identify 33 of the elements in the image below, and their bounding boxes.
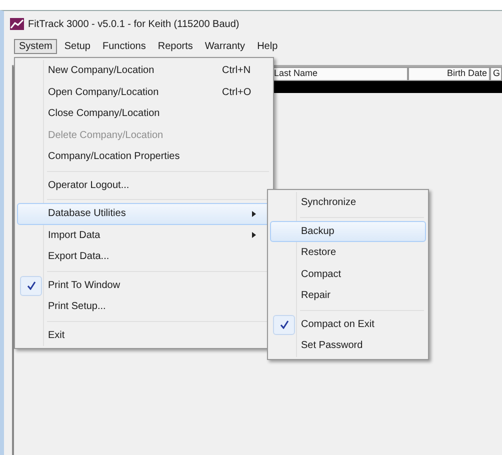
- menu-item[interactable]: Compact on Exit: [270, 314, 426, 335]
- column-header[interactable]: G: [490, 67, 502, 81]
- menu-item[interactable]: Synchronize: [270, 192, 426, 214]
- submenu-arrow-icon: [252, 232, 256, 238]
- table-row[interactable]: [271, 81, 502, 93]
- menu-item[interactable]: Compact: [270, 264, 426, 285]
- menu-title[interactable]: Warranty: [200, 38, 250, 54]
- menu-item[interactable]: Close Company/Location: [17, 103, 271, 124]
- menu-title[interactable]: Reports: [152, 38, 198, 54]
- menu-item[interactable]: Export Data...: [17, 246, 271, 268]
- menu-item[interactable]: Print Setup...: [17, 296, 271, 318]
- menu-title[interactable]: Functions: [97, 38, 151, 54]
- checkmark-icon: [273, 314, 295, 334]
- window-title: FitTrack 3000 - v5.0.1 - for Keith (115200 Baud): [28, 18, 240, 30]
- app-logo-icon: [10, 18, 24, 30]
- submenu-arrow-icon: [252, 210, 256, 217]
- menu-item[interactable]: Print To Window: [17, 274, 271, 296]
- menu-title[interactable]: System: [14, 38, 58, 54]
- menu-item[interactable]: Open Company/Location Ctrl+O: [17, 82, 271, 103]
- menu-item[interactable]: Set Password: [270, 335, 426, 356]
- menu-item[interactable]: Operator Logout...: [17, 174, 271, 196]
- menu-title[interactable]: Setup: [59, 38, 96, 54]
- column-header[interactable]: Birth Date: [408, 67, 490, 81]
- checkmark-icon: [20, 276, 42, 296]
- menu-item[interactable]: Company/Location Properties: [17, 146, 271, 168]
- menu-item[interactable]: Restore: [270, 242, 426, 264]
- menu-item[interactable]: Exit: [17, 324, 271, 346]
- menu-item[interactable]: Import Data: [17, 224, 271, 246]
- menu-item[interactable]: Repair: [270, 285, 426, 306]
- column-header[interactable]: Last Name: [271, 67, 408, 81]
- menu-item[interactable]: Backup: [270, 220, 426, 242]
- menu-title[interactable]: Help: [252, 38, 283, 54]
- menu-item[interactable]: New Company/Location Ctrl+N: [17, 60, 271, 82]
